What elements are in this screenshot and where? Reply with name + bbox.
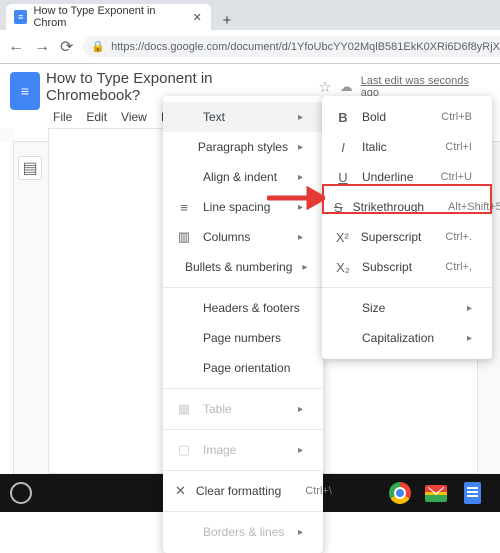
superscript-icon: X² xyxy=(334,230,351,245)
docs-app-icon[interactable] xyxy=(460,481,484,505)
text-italic[interactable]: IItalicCtrl+I xyxy=(322,132,492,162)
reload-icon[interactable]: ⟳ xyxy=(60,39,73,55)
text-strikethrough[interactable]: SStrikethroughAlt+Shift+5 xyxy=(322,192,492,222)
docs-logo-icon[interactable]: ≡ xyxy=(10,72,40,110)
text-subscript[interactable]: X₂SubscriptCtrl+, xyxy=(322,252,492,282)
cloud-status-icon[interactable]: ☁ xyxy=(340,79,353,95)
launcher-icon[interactable] xyxy=(10,482,32,504)
subscript-icon: X₂ xyxy=(334,260,352,275)
text-capitalization[interactable]: Capitalization▸ xyxy=(322,323,492,353)
image-icon: ▢ xyxy=(175,442,193,458)
chrome-app-icon[interactable] xyxy=(388,481,412,505)
format-borders-lines: Borders & lines▸ xyxy=(163,517,323,547)
format-align-indent[interactable]: Align & indent▸ xyxy=(163,162,323,192)
text-superscript[interactable]: X²SuperscriptCtrl+. xyxy=(322,222,492,252)
tab-strip: ≡ How to Type Exponent in Chrom ✕ + xyxy=(0,0,500,30)
address-bar: ← → ⟳ 🔒 https://docs.google.com/document… xyxy=(0,30,500,63)
url-text: https://docs.google.com/document/d/1YfoU… xyxy=(111,41,500,53)
format-table: ▦Table▸ xyxy=(163,394,323,424)
format-image: ▢Image▸ xyxy=(163,435,323,465)
omnibox[interactable]: 🔒 https://docs.google.com/document/d/1Yf… xyxy=(83,36,500,57)
format-text[interactable]: Text▸ xyxy=(163,102,323,132)
browser-chrome: ≡ How to Type Exponent in Chrom ✕ + ← → … xyxy=(0,0,500,64)
browser-tab[interactable]: ≡ How to Type Exponent in Chrom ✕ xyxy=(6,4,211,30)
lock-icon: 🔒 xyxy=(91,40,105,53)
clear-icon: ✕ xyxy=(175,483,186,499)
columns-icon: ▥ xyxy=(175,229,193,245)
bold-icon: B xyxy=(334,110,352,125)
italic-icon: I xyxy=(334,140,352,155)
format-columns[interactable]: ▥Columns▸ xyxy=(163,222,323,252)
text-bold[interactable]: BBoldCtrl+B xyxy=(322,102,492,132)
table-icon: ▦ xyxy=(175,401,193,417)
text-size[interactable]: Size▸ xyxy=(322,293,492,323)
ruler-vertical xyxy=(0,142,14,474)
format-page-orientation[interactable]: Page orientation xyxy=(163,353,323,383)
outline-toggle-icon[interactable]: ▤ xyxy=(18,156,42,180)
gmail-app-icon[interactable] xyxy=(424,481,448,505)
format-paragraph-styles[interactable]: Paragraph styles▸ xyxy=(163,132,323,162)
format-headers-footers[interactable]: Headers & footers xyxy=(163,293,323,323)
format-line-spacing[interactable]: ≡Line spacing▸ xyxy=(163,192,323,222)
underline-icon: U xyxy=(334,170,352,185)
line-spacing-icon: ≡ xyxy=(175,200,193,215)
forward-icon[interactable]: → xyxy=(34,39,50,55)
tab-title: How to Type Exponent in Chrom xyxy=(33,5,185,29)
text-underline[interactable]: UUnderlineCtrl+U xyxy=(322,162,492,192)
back-icon[interactable]: ← xyxy=(8,39,24,55)
strike-icon: S xyxy=(334,200,343,215)
text-submenu: BBoldCtrl+B IItalicCtrl+I UUnderlineCtrl… xyxy=(322,96,492,359)
format-bullets-numbering[interactable]: Bullets & numbering▸ xyxy=(163,252,323,282)
format-clear-formatting[interactable]: ✕Clear formattingCtrl+\ xyxy=(163,476,323,506)
new-tab-button[interactable]: + xyxy=(217,10,237,30)
format-dropdown: Text▸ Paragraph styles▸ Align & indent▸ … xyxy=(163,96,323,553)
format-page-numbers[interactable]: Page numbers xyxy=(163,323,323,353)
star-icon[interactable]: ☆ xyxy=(318,78,331,96)
tab-close-icon[interactable]: ✕ xyxy=(191,11,203,23)
docs-favicon-icon: ≡ xyxy=(14,10,27,24)
